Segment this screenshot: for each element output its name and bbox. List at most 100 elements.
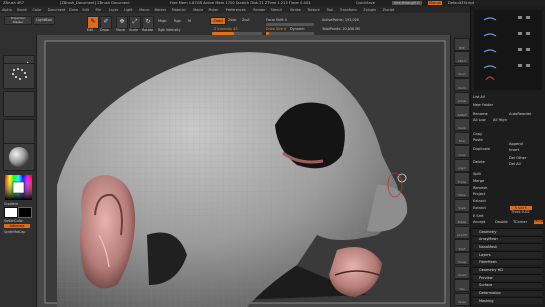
quicksave-button[interactable]: QuickSave	[356, 1, 375, 5]
subpalette-geometry[interactable]: Geometry	[473, 228, 543, 235]
split-button[interactable]: Split	[473, 172, 481, 176]
canvas-viewport[interactable]	[37, 35, 450, 307]
double-button[interactable]: Double	[495, 220, 508, 224]
shelf-button-bpr[interactable]: BPR	[454, 38, 470, 51]
material-thumbnail[interactable]	[3, 143, 35, 171]
subtool-list[interactable]	[474, 10, 542, 90]
menu-item-zscript[interactable]: Zscript	[383, 8, 395, 12]
shelf-button-transp[interactable]: Transp	[454, 252, 470, 266]
sculpt-model[interactable]	[37, 35, 450, 307]
menu-item-stroke[interactable]: Stroke	[290, 8, 301, 12]
menu-item-material[interactable]: Material	[172, 8, 186, 12]
menu-item-texture[interactable]: Texture	[307, 8, 319, 12]
all-low-button[interactable]: All Low	[473, 118, 486, 122]
menu-item-color[interactable]: Color	[33, 8, 42, 12]
subpalette-arraymesh[interactable]: ArrayMesh	[473, 235, 543, 243]
menu-item-document[interactable]: Document	[48, 8, 66, 12]
menu-item-file[interactable]: File	[96, 8, 102, 12]
subpalette-fibermesh[interactable]: FiberMesh	[473, 258, 543, 266]
subpalette-preview[interactable]: Preview	[473, 274, 543, 281]
shelf-button-solo[interactable]: Solo	[454, 279, 470, 293]
subpalette-geometry-hd[interactable]: Geometry HD	[473, 266, 543, 273]
stroke-thumbnail[interactable]	[3, 63, 35, 89]
menu-item-tool[interactable]: Tool	[327, 8, 334, 12]
mrgb-button[interactable]: Mrgb	[158, 19, 167, 23]
menu-item-macro[interactable]: Macro	[139, 8, 149, 12]
shelf-button-frame[interactable]: Frame	[454, 172, 470, 185]
copy-button[interactable]: Copy	[473, 132, 482, 136]
alpha-thumbnail[interactable]	[3, 91, 35, 117]
shelf-button-polyf[interactable]: PolyF	[454, 239, 470, 252]
tcorner-button[interactable]: TCorner	[513, 220, 527, 224]
zadd-button[interactable]: Zadd	[210, 17, 226, 25]
lightbox-button[interactable]: LightBox	[33, 16, 55, 25]
extract-section[interactable]: Extract	[473, 199, 486, 203]
zsub-button[interactable]: Zsub	[228, 18, 236, 22]
menu-item-preferences[interactable]: Preferences	[226, 8, 246, 12]
shelf-button-actual[interactable]: Actual	[454, 91, 470, 105]
shelf-button-rotate[interactable]: Rotate	[454, 212, 470, 226]
shelf-button-zoom[interactable]: Zoom	[454, 78, 470, 92]
dynamic-button[interactable]: Dynamic	[290, 27, 305, 31]
main-color-swatch[interactable]	[4, 207, 18, 218]
alternate-button[interactable]: Alternate	[4, 224, 30, 228]
menu-item-draw[interactable]: Draw	[69, 8, 78, 12]
gradient-label[interactable]: Gradient	[4, 202, 18, 206]
m-button[interactable]: M	[188, 19, 191, 23]
append-button[interactable]: Append	[509, 142, 523, 146]
shelf-button-persp[interactable]: Persp	[454, 118, 470, 132]
focal-shift-slider[interactable]	[266, 22, 314, 26]
delete-button[interactable]: Delete	[473, 160, 485, 164]
see-through-slider[interactable]: See-through 0	[392, 0, 422, 5]
shelf-button-spix-3[interactable]: SPix 3	[454, 51, 470, 65]
rgb-button[interactable]: Rgb	[174, 19, 181, 23]
list-all-button[interactable]: List All	[473, 95, 485, 99]
shelf-button-move[interactable]: Move	[454, 185, 470, 199]
autoreorder-button[interactable]: AutoReorder	[509, 112, 531, 116]
menu-item-movie[interactable]: Movie	[193, 8, 203, 12]
menus-button[interactable]: Menus	[428, 0, 442, 5]
subpalette-surface[interactable]: Surface	[473, 281, 543, 289]
menu-item-zplugin[interactable]: Zplugin	[363, 8, 376, 12]
duplicate-button[interactable]: Duplicate	[473, 147, 490, 151]
shelf-button-xpose[interactable]: Xpose	[454, 292, 470, 306]
accept-button[interactable]: Accept	[473, 220, 485, 224]
switch-color-button[interactable]: SwitchColor	[4, 219, 23, 223]
tborder-button[interactable]: TBorder	[533, 219, 544, 225]
extract-button[interactable]: Extract	[473, 206, 486, 210]
subpalette-masking[interactable]: Masking	[473, 297, 543, 304]
subpalette-nanomesh[interactable]: NanoMesh	[473, 243, 543, 250]
secondary-color-swatch[interactable]	[18, 207, 32, 218]
insert-button[interactable]: Insert	[509, 148, 519, 152]
projection-master-button[interactable]: Projection Master	[4, 16, 32, 25]
e-smt-button[interactable]: E Smt	[473, 214, 484, 218]
menu-item-light[interactable]: Light	[124, 8, 132, 12]
shelf-button-scroll[interactable]: Scroll	[454, 64, 470, 78]
menu-item-transform[interactable]: Transform	[340, 8, 357, 12]
menu-item-render[interactable]: Render	[253, 8, 265, 12]
zcut-button[interactable]: Zcut	[242, 18, 250, 22]
subpalette-layers[interactable]: Layers	[473, 251, 543, 258]
menu-item-layer[interactable]: Layer	[109, 8, 118, 12]
rgb-intensity-label[interactable]: Rgb Intensity	[158, 28, 181, 32]
shelf-button-aahalf[interactable]: AAHalf	[454, 105, 470, 118]
shelf-button-l-sym[interactable]: L.Sym	[454, 158, 470, 172]
rename-button[interactable]: Rename	[473, 112, 488, 116]
color-picker[interactable]	[5, 175, 32, 200]
merge-button[interactable]: Merge	[473, 179, 484, 183]
shelf-button-local[interactable]: Local	[454, 145, 470, 159]
paste-button[interactable]: Paste	[473, 138, 483, 142]
project-button[interactable]: Project	[473, 192, 485, 196]
default-zscript[interactable]: DefaultZScript	[448, 1, 474, 5]
thick-slider[interactable]: Thick 0.02	[511, 210, 530, 214]
menu-item-stencil[interactable]: Stencil	[271, 8, 282, 12]
shelf-button-floor[interactable]: Floor	[454, 131, 470, 145]
all-high-button[interactable]: All High	[493, 118, 507, 122]
menu-item-edit[interactable]: Edit	[82, 8, 89, 12]
new-folder-button[interactable]: New Folder	[473, 103, 493, 107]
shelf-button-scale[interactable]: Scale	[454, 198, 470, 212]
menu-item-picker[interactable]: Picker	[208, 8, 218, 12]
texture-thumbnail[interactable]	[3, 119, 35, 145]
del-all-button[interactable]: Del All	[509, 162, 521, 166]
del-other-button[interactable]: Del Other	[509, 156, 526, 160]
